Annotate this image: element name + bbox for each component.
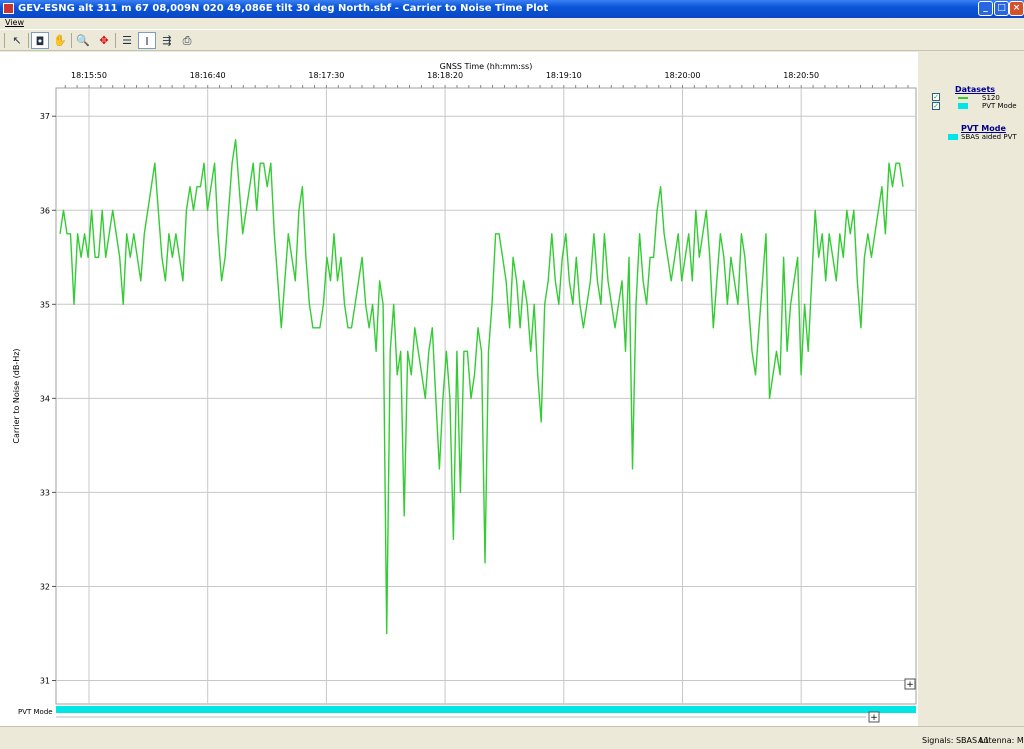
maximize-button[interactable]: □ [994, 1, 1009, 16]
x-tick-label: 18:18:20 [427, 71, 463, 80]
pvt-item-sbas-aided: SBAS aided PVT [961, 133, 1017, 141]
x-tick-label: 18:20:50 [783, 71, 819, 80]
app-icon [3, 3, 14, 14]
x-tick-label: 18:16:40 [190, 71, 226, 80]
pointer-icon[interactable]: ↖ [8, 32, 26, 49]
x-axis-label: GNSS Time (hh:mm:ss) [440, 62, 533, 71]
chart-svg[interactable]: 31 32 33 34 35 36 37 18:15:50 18:16:40 18:17:30 18… [0, 52, 918, 726]
toolbar-separator [4, 33, 5, 48]
dataset-checkbox-s120[interactable]: ✓ [932, 93, 940, 101]
select-icon[interactable]: ◘ [31, 32, 49, 49]
pan-hand-icon[interactable]: ✋ [51, 32, 69, 49]
pvt-mode-axis-label: PVT Mode [18, 708, 53, 716]
zoom-fit-icon[interactable]: ✥ [95, 32, 113, 49]
legend-panel: Datasets ✓ S120 ✓ PVT Mode PVT Mode SBAS… [918, 52, 1024, 726]
plot-background [55, 87, 917, 705]
y-tick-label: 37 [40, 112, 50, 121]
toolbar-separator [71, 33, 72, 48]
toolbar-separator [28, 33, 29, 48]
y-tick-label: 33 [40, 488, 50, 497]
x-tick-label: 18:15:50 [71, 71, 107, 80]
s120-swatch [958, 97, 968, 99]
toolbar: ↖ ◘ ✋ 🔍 ✥ ☰ Ⅰ ⇶ ⎙ [0, 29, 1024, 51]
minimize-button[interactable]: _ [978, 1, 993, 16]
pvt-mode-bar [56, 706, 916, 713]
vertical-zoom-icon: + [906, 680, 914, 690]
dataset-label-s120: S120 [982, 94, 1000, 102]
vertical-range-icon[interactable]: Ⅰ [138, 32, 156, 49]
signal-icon[interactable]: ⇶ [158, 32, 176, 49]
status-antenna: Antenna: Main [978, 736, 1024, 745]
menu-bar: View [0, 18, 1024, 29]
y-tick-label: 31 [40, 676, 50, 685]
x-tick-label: 18:17:30 [308, 71, 344, 80]
sbas-aided-swatch [948, 134, 958, 140]
pvt-mode-swatch [958, 103, 968, 109]
y-tick-label: 36 [40, 206, 50, 215]
window-title-bar: GEV-ESNG alt 311 m 67 08,009N 020 49,086… [0, 0, 1024, 18]
window-title: GEV-ESNG alt 311 m 67 08,009N 020 49,086… [18, 3, 549, 14]
zoom-icon[interactable]: 🔍 [74, 32, 92, 49]
dataset-checkbox-pvt-mode[interactable]: ✓ [932, 102, 940, 110]
y-tick-label: 32 [40, 582, 50, 591]
close-button[interactable]: × [1009, 1, 1024, 16]
dataset-label-pvt-mode: PVT Mode [982, 102, 1017, 110]
menu-view[interactable]: View [5, 18, 24, 27]
pvt-mode-title: PVT Mode [961, 124, 1006, 133]
x-tick-label: 18:19:10 [546, 71, 582, 80]
status-bar: Signals: SBAS L1 Antenna: Main [0, 726, 1024, 749]
y-tick-label: 35 [40, 300, 50, 309]
toolbar-separator [115, 33, 116, 48]
y-tick-label: 34 [40, 394, 50, 403]
horizontal-lines-icon[interactable]: ☰ [118, 32, 136, 49]
plot-area[interactable]: 31 32 33 34 35 36 37 18:15:50 18:16:40 18:17:30 18… [0, 52, 918, 726]
y-axis-label: Carrier to Noise (dB-Hz) [12, 348, 21, 443]
x-tick-label: 18:20:00 [665, 71, 701, 80]
print-icon[interactable]: ⎙ [178, 32, 196, 49]
horizontal-zoom-icon: + [870, 713, 878, 723]
datasets-title: Datasets [955, 85, 996, 94]
